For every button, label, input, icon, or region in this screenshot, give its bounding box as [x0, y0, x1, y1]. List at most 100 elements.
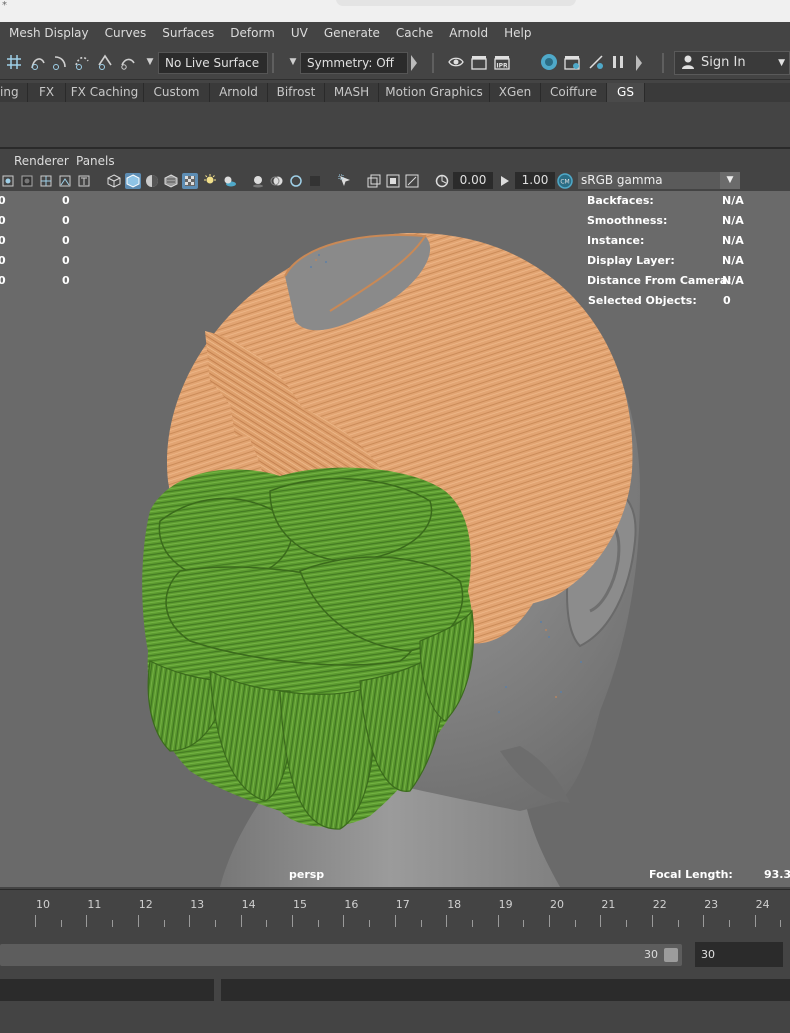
tab-bifrost[interactable]: Bifrost — [268, 83, 325, 102]
hud-instance-label: Instance: — [587, 234, 645, 247]
animation-end-field[interactable]: 30 — [695, 942, 783, 967]
xray-icon[interactable] — [182, 173, 198, 189]
smooth-shade-icon[interactable] — [125, 173, 141, 189]
timeline-tick — [163, 920, 165, 927]
menu-cache[interactable]: Cache — [388, 26, 441, 40]
film-gate-icon[interactable] — [385, 173, 401, 189]
range-slider[interactable]: 30 — [0, 944, 682, 966]
ipr-render-icon[interactable]: IPR — [492, 52, 512, 72]
snap-grid-icon[interactable] — [4, 52, 24, 72]
tab-motion-graphics[interactable]: Motion Graphics — [379, 83, 490, 102]
hud-smoothness-value: N/A — [722, 214, 744, 227]
select-camera-icon[interactable] — [0, 173, 16, 189]
timeline-tick — [369, 920, 371, 927]
menu-deform[interactable]: Deform — [222, 26, 283, 40]
render-view-icon[interactable] — [446, 52, 466, 72]
timeline-frame-label: 17 — [395, 898, 410, 911]
menu-arnold[interactable]: Arnold — [441, 26, 496, 40]
menu-panels[interactable]: Panels — [76, 154, 115, 168]
timeline-frame-label: 24 — [755, 898, 770, 911]
timeline-frame-label: 10 — [36, 898, 50, 911]
snap-point-icon[interactable] — [50, 52, 70, 72]
symmetry-field[interactable]: Symmetry: Off — [300, 52, 408, 74]
shelf-tab-bar: ing FX FX Caching Custom Arnold Bifrost … — [0, 83, 790, 102]
time-slider[interactable]: 10 11 12 13 14 15 16 17 18 19 20 21 22 23 24 — [0, 889, 790, 933]
menu-mesh-display[interactable]: Mesh Display — [0, 26, 97, 40]
timeline-tick — [574, 920, 576, 927]
status-separator — [432, 53, 434, 73]
timeline-tick — [112, 920, 114, 927]
exposure-field[interactable]: 0.00 — [453, 172, 493, 189]
menu-help[interactable]: Help — [496, 26, 539, 40]
tab-fx[interactable]: FX — [28, 83, 66, 102]
resolution-gate-icon[interactable] — [404, 173, 420, 189]
tab-arnold[interactable]: Arnold — [210, 83, 268, 102]
live-surface-field[interactable]: No Live Surface — [158, 52, 268, 74]
collapse-right-icon[interactable] — [636, 55, 642, 71]
anti-aliasing-icon[interactable] — [288, 173, 304, 189]
menu-surfaces[interactable]: Surfaces — [154, 26, 222, 40]
camera-attributes-icon[interactable] — [19, 173, 35, 189]
grid-toggle-icon[interactable] — [366, 173, 382, 189]
ambient-occlusion-icon[interactable] — [250, 173, 266, 189]
hud-backfaces-value: N/A — [722, 194, 744, 207]
textured-icon[interactable] — [163, 173, 179, 189]
color-space-dropdown[interactable]: sRGB gamma ▼ — [578, 172, 740, 189]
tab-rigging[interactable]: ing — [0, 83, 28, 102]
menu-uv[interactable]: UV — [283, 26, 316, 40]
titlebar-search-pill[interactable] — [336, 0, 576, 6]
gamma-icon[interactable] — [497, 173, 513, 189]
timeline-tick — [446, 915, 448, 927]
hud-distance-label: Distance From Camera: — [587, 274, 732, 287]
wireframe-icon[interactable] — [106, 173, 122, 189]
sign-in-button[interactable]: Sign In ▼ — [674, 51, 790, 75]
range-slider-row: 30 30 — [0, 940, 790, 970]
tab-custom[interactable]: Custom — [144, 83, 210, 102]
isolate-select-icon[interactable] — [337, 173, 353, 189]
menu-curves[interactable]: Curves — [97, 26, 155, 40]
shaded-wireframe-icon[interactable] — [144, 173, 160, 189]
menu-generate[interactable]: Generate — [316, 26, 388, 40]
exposure-icon[interactable] — [434, 173, 450, 189]
user-icon — [681, 54, 695, 76]
hud-backfaces-label: Backfaces: — [587, 194, 654, 207]
render-settings-icon[interactable] — [539, 52, 559, 72]
snap-live-icon[interactable] — [95, 52, 115, 72]
gamma-field[interactable]: 1.00 — [515, 172, 555, 189]
depth-of-field-icon[interactable] — [307, 173, 323, 189]
timeline-frame-label: 20 — [550, 898, 564, 911]
snap-curve-icon[interactable] — [28, 52, 48, 72]
2d-pan-zoom-icon[interactable] — [76, 173, 92, 189]
snap-view-plane-icon[interactable] — [72, 52, 92, 72]
hud-smoothness-label: Smoothness: — [587, 214, 668, 227]
hud-camera-name: persp — [289, 868, 325, 881]
command-input[interactable] — [0, 979, 214, 1001]
sign-in-label: Sign In — [701, 55, 746, 70]
color-space-value: sRGB gamma — [581, 173, 663, 187]
image-plane-icon[interactable] — [38, 173, 54, 189]
timeline-tick — [703, 915, 705, 927]
tab-mash[interactable]: MASH — [325, 83, 379, 102]
tab-coiffure[interactable]: Coiffure — [541, 83, 607, 102]
panel-menubar: Renderer Panels — [0, 153, 790, 171]
color-management-icon[interactable]: CM — [557, 173, 573, 189]
menu-renderer[interactable]: Renderer — [14, 154, 69, 168]
viewport-3d[interactable]: 0 0 0 0 0 0 0 0 0 0 Backfaces: N/A Smoot… — [0, 191, 790, 887]
motion-blur-icon[interactable] — [269, 173, 285, 189]
pause-icon[interactable] — [608, 52, 628, 72]
collapse-right-icon[interactable] — [411, 55, 417, 71]
hud-left-value-5: 0 — [62, 274, 70, 287]
shadows-icon[interactable] — [221, 173, 237, 189]
tab-gs[interactable]: GS — [607, 83, 645, 102]
snap-surface-icon[interactable] — [118, 52, 138, 72]
lights-icon[interactable] — [202, 173, 218, 189]
bookmark-icon[interactable] — [57, 173, 73, 189]
render-current-frame-icon[interactable] — [469, 52, 489, 72]
snap-options-arrow-icon[interactable]: ▼ — [140, 52, 160, 72]
render-setup-icon[interactable] — [586, 52, 606, 72]
main-menubar: Mesh Display Curves Surfaces Deform UV G… — [0, 22, 790, 44]
tab-xgen[interactable]: XGen — [490, 83, 541, 102]
hypershade-icon[interactable] — [562, 52, 582, 72]
tab-fx-caching[interactable]: FX Caching — [66, 83, 144, 102]
range-end-handle[interactable] — [664, 948, 678, 962]
